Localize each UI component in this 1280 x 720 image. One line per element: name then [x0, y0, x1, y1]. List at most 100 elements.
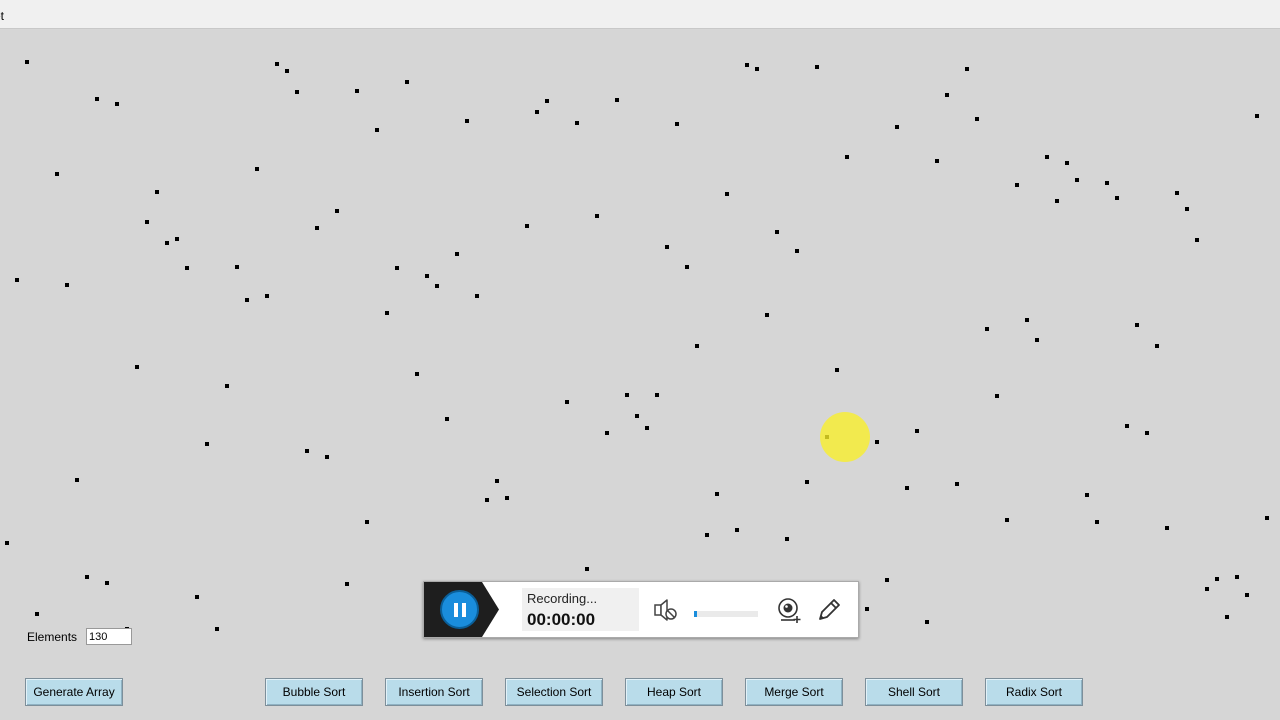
array-element-dot: [685, 265, 689, 269]
array-element-dot: [255, 167, 259, 171]
array-element-dot: [1055, 199, 1059, 203]
array-element-dot: [305, 449, 309, 453]
array-element-dot: [395, 266, 399, 270]
array-element-dot: [845, 155, 849, 159]
array-element-dot: [645, 426, 649, 430]
array-element-dot: [925, 620, 929, 624]
array-element-dot: [915, 429, 919, 433]
array-element-dot: [885, 578, 889, 582]
array-element-dot: [355, 89, 359, 93]
array-element-dot: [1145, 431, 1149, 435]
selection-sort-button[interactable]: Selection Sort: [505, 678, 603, 706]
webcam-add-icon[interactable]: [775, 596, 803, 624]
array-element-dot: [525, 224, 529, 228]
array-element-dot: [35, 612, 39, 616]
array-element-dot: [985, 327, 989, 331]
array-element-dot: [935, 159, 939, 163]
array-element-dot: [225, 384, 229, 388]
array-element-dot: [835, 368, 839, 372]
array-element-dot: [625, 393, 629, 397]
shell-sort-button[interactable]: Shell Sort: [865, 678, 963, 706]
radix-sort-button[interactable]: Radix Sort: [985, 678, 1083, 706]
array-element-dot: [1225, 615, 1229, 619]
array-element-dot: [615, 98, 619, 102]
cursor-highlight: [820, 412, 870, 462]
array-element-dot: [495, 479, 499, 483]
array-element-dot: [755, 67, 759, 71]
elements-label: Elements: [27, 630, 78, 644]
array-element-dot: [55, 172, 59, 176]
array-element-dot: [1015, 183, 1019, 187]
array-element-dot: [325, 455, 329, 459]
array-element-dot: [1095, 520, 1099, 524]
array-element-dot: [565, 400, 569, 404]
array-element-dot: [385, 311, 389, 315]
array-element-dot: [375, 128, 379, 132]
array-element-dot: [1265, 516, 1269, 520]
array-element-dot: [425, 274, 429, 278]
array-element-dot: [85, 575, 89, 579]
array-element-dot: [665, 245, 669, 249]
array-element-dot: [735, 528, 739, 532]
array-element-dot: [745, 63, 749, 67]
array-element-dot: [675, 122, 679, 126]
pause-recording-button[interactable]: [440, 590, 479, 629]
array-element-dot: [775, 230, 779, 234]
array-element-dot: [785, 537, 789, 541]
array-element-dot: [975, 117, 979, 121]
array-element-dot: [715, 492, 719, 496]
array-element-dot: [765, 313, 769, 317]
array-element-dot: [895, 125, 899, 129]
bubble-sort-button[interactable]: Bubble Sort: [265, 678, 363, 706]
array-element-dot: [115, 102, 119, 106]
array-element-dot: [725, 192, 729, 196]
array-element-dot: [435, 284, 439, 288]
volume-slider[interactable]: [694, 611, 758, 617]
generate-array-button[interactable]: Generate Array: [25, 678, 123, 706]
array-element-dot: [875, 440, 879, 444]
array-element-dot: [705, 533, 709, 537]
array-element-dot: [545, 99, 549, 103]
insertion-sort-button[interactable]: Insertion Sort: [385, 678, 483, 706]
array-element-dot: [135, 365, 139, 369]
array-element-dot: [1135, 323, 1139, 327]
array-element-dot: [1165, 526, 1169, 530]
array-element-dot: [795, 249, 799, 253]
array-element-dot: [865, 607, 869, 611]
array-element-dot: [315, 226, 319, 230]
array-element-dot: [205, 442, 209, 446]
array-element-dot: [905, 486, 909, 490]
array-element-dot: [995, 394, 999, 398]
array-element-dot: [1045, 155, 1049, 159]
recording-status-text: Recording...: [527, 591, 598, 606]
array-element-dot: [295, 90, 299, 94]
array-element-dot: [815, 65, 819, 69]
array-element-dot: [215, 627, 219, 631]
array-element-dot: [505, 496, 509, 500]
array-element-dot: [655, 393, 659, 397]
heap-sort-button[interactable]: Heap Sort: [625, 678, 723, 706]
array-element-dot: [585, 567, 589, 571]
array-element-dot: [1105, 181, 1109, 185]
array-element-dot: [455, 252, 459, 256]
merge-sort-button[interactable]: Merge Sort: [745, 678, 843, 706]
array-element-dot: [1215, 577, 1219, 581]
array-element-dot: [1155, 344, 1159, 348]
recording-status-panel: Recording... 00:00:00: [522, 588, 639, 631]
pencil-icon[interactable]: [815, 596, 843, 624]
array-element-dot: [75, 478, 79, 482]
array-element-dot: [415, 372, 419, 376]
array-element-dot: [1125, 424, 1129, 428]
array-element-dot: [965, 67, 969, 71]
array-element-dot: [1255, 114, 1259, 118]
array-element-dot: [535, 110, 539, 114]
elements-count-input[interactable]: [86, 628, 132, 645]
array-element-dot: [1025, 318, 1029, 322]
array-element-dot: [155, 190, 159, 194]
array-element-dot: [345, 582, 349, 586]
array-element-dot: [605, 431, 609, 435]
volume-level-fill: [694, 611, 698, 617]
array-element-dot: [95, 97, 99, 101]
speaker-muted-icon[interactable]: [652, 597, 678, 623]
array-element-dot: [1005, 518, 1009, 522]
